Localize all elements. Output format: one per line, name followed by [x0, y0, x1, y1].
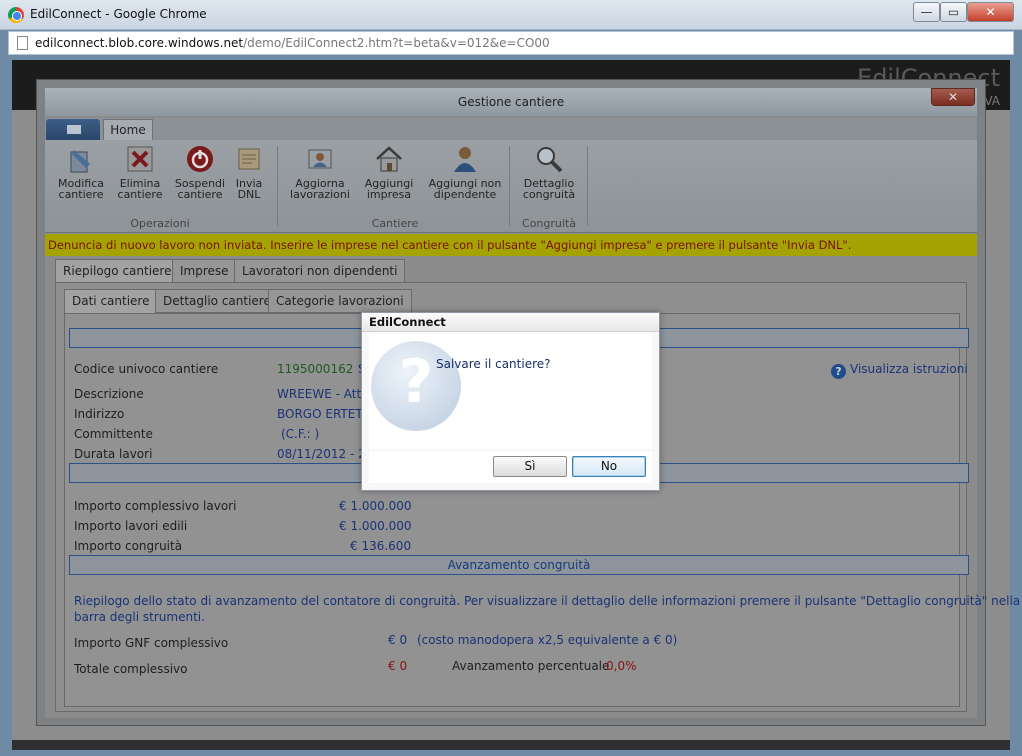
window-close-button[interactable]: ✕ — [931, 88, 975, 106]
warning-text: Denuncia di nuovo lavoro non inviata. In… — [48, 238, 852, 252]
committente-label: Committente — [74, 427, 153, 441]
ribbon-app-menu-button[interactable] — [46, 119, 100, 140]
dettaglio-congruita-button[interactable]: Dettaglio congruità — [519, 144, 579, 200]
percent-label: Avanzamento percentuale — [452, 659, 610, 673]
totale-value: € 0 — [388, 659, 408, 673]
no-button[interactable]: No — [572, 456, 646, 477]
avanzamento-description-2: barra degli strumenti. — [74, 610, 205, 624]
durata-value: 08/11/2012 - 29 — [277, 447, 374, 461]
importo-congruita-label: Importo congruità — [74, 539, 183, 553]
window-header: Gestione cantiere ✕ — [45, 88, 977, 116]
person-icon — [454, 147, 476, 172]
ribbon-separator — [277, 146, 278, 226]
confirm-dialog-title: EdilConnect — [362, 313, 659, 332]
magnifier-icon — [537, 147, 563, 173]
tab-imprese[interactable]: Imprese — [172, 259, 237, 283]
ribbon-separator — [587, 146, 588, 226]
warning-banner: Denuncia di nuovo lavoro non inviata. In… — [45, 234, 977, 256]
confirm-dialog-footer: Sì No — [369, 451, 652, 483]
importo-edili-value: € 1.000.000 — [339, 519, 412, 533]
visualizza-istruzioni-link[interactable]: ? Visualizza istruzioni — [831, 362, 968, 379]
confirm-message: Salvare il cantiere? — [436, 357, 551, 371]
group-label-congruita: Congruità — [522, 217, 576, 230]
workers-icon — [308, 149, 332, 169]
house-icon — [376, 146, 402, 172]
brand-sub: VA — [984, 94, 1000, 108]
importo-complessivo-value: € 1.000.000 — [339, 499, 412, 513]
page-icon — [17, 36, 28, 50]
tab-home[interactable]: Home — [103, 119, 153, 140]
url-text: edilconnect.blob.core.windows.net/demo/E… — [35, 36, 550, 50]
minimize-button[interactable]: — — [913, 2, 940, 22]
chrome-logo-icon — [8, 7, 24, 23]
descrizione-label: Descrizione — [74, 387, 144, 401]
gnf-label: Importo GNF complessivo — [74, 636, 229, 650]
gnf-note: (costo manodopera x2,5 equivalente a € 0… — [417, 633, 678, 647]
subtab-dati-cantiere[interactable]: Dati cantiere — [64, 289, 158, 313]
aggiungi-non-dipendente-button[interactable]: Aggiungi non dipendente — [423, 144, 507, 200]
maximize-button[interactable]: ▭ — [940, 2, 967, 22]
invia-dnl-button[interactable]: Invia DNL — [231, 144, 267, 200]
subtab-dettaglio-cantiere[interactable]: Dettaglio cantiere — [155, 289, 279, 313]
codice-value: 1195000162 — [277, 362, 354, 376]
modifica-cantiere-button[interactable]: Modifica cantiere — [51, 144, 111, 200]
edit-icon — [70, 150, 90, 173]
elimina-cantiere-button[interactable]: Elimina cantiere — [113, 144, 167, 200]
ribbon: Modifica cantiere Elimina cantiere Sospe… — [45, 140, 977, 233]
importo-complessivo-label: Importo complessivo lavori — [74, 499, 237, 513]
group-label-operazioni: Operazioni — [130, 217, 190, 230]
aggiorna-lavorazioni-button[interactable]: Aggiorna lavorazioni — [287, 144, 353, 200]
importo-edili-label: Importo lavori edili — [74, 519, 188, 533]
confirm-dialog: EdilConnect ? Salvare il cantiere? Sì No — [361, 312, 660, 491]
question-icon: ? — [371, 341, 461, 431]
document-send-icon — [238, 148, 260, 170]
ribbon-tabs: Home — [45, 118, 977, 140]
browser-title: EdilConnect - Google Chrome — [30, 7, 207, 21]
tab-lavoratori-non-dipendenti[interactable]: Lavoratori non dipendenti — [234, 259, 406, 283]
browser-title-bar: EdilConnect - Google Chrome — ▭ ✕ — [0, 0, 1022, 30]
sospendi-cantiere-button[interactable]: Sospendi cantiere — [171, 144, 229, 200]
window-title: Gestione cantiere — [457, 95, 565, 109]
yes-button[interactable]: Sì — [493, 456, 567, 477]
totale-label: Totale complessivo — [74, 662, 188, 676]
section-bar-avanzamento: Avanzamento congruità — [69, 555, 969, 575]
indirizzo-value: BORGO ERTET E — [277, 407, 375, 421]
percent-value: 0,0% — [606, 659, 637, 673]
subtab-categorie-lavorazioni[interactable]: Categorie lavorazioni — [268, 289, 412, 313]
address-bar[interactable]: edilconnect.blob.core.windows.net/demo/E… — [8, 31, 1014, 55]
durata-label: Durata lavori — [74, 447, 153, 461]
tab-riepilogo-cantiere[interactable]: Riepilogo cantiere — [55, 259, 180, 283]
ribbon-separator — [509, 146, 510, 226]
delete-icon — [127, 146, 153, 172]
aggiungi-impresa-button[interactable]: Aggiungi impresa — [361, 144, 417, 200]
help-icon: ? — [831, 364, 846, 379]
close-window-button[interactable]: ✕ — [967, 2, 1014, 22]
group-label-cantiere: Cantiere — [371, 217, 419, 230]
codice-label: Codice univoco cantiere — [74, 362, 219, 376]
app-footer — [12, 740, 1010, 750]
avanzamento-description: Riepilogo dello stato di avanzamento del… — [74, 594, 1021, 608]
committente-value: (C.F.: ) — [281, 427, 320, 441]
confirm-dialog-body: ? Salvare il cantiere? — [369, 333, 652, 449]
gnf-value: € 0 — [388, 633, 408, 647]
power-icon — [187, 146, 213, 172]
importo-congruita-value: € 136.600 — [350, 539, 412, 553]
indirizzo-label: Indirizzo — [74, 407, 125, 421]
